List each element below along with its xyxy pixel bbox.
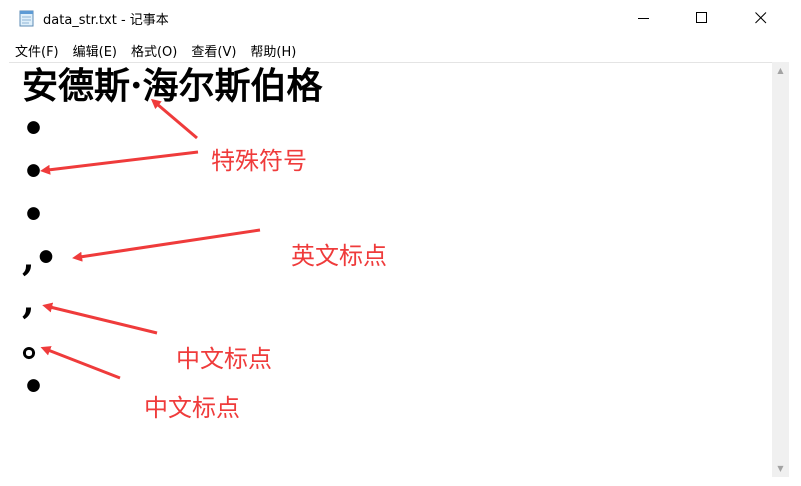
scroll-down-icon[interactable]: ▼ (772, 460, 789, 477)
title-bar[interactable]: data_str.txt - 记事本 (0, 0, 801, 36)
window-right-edge (789, 62, 801, 486)
menu-format[interactable]: 格式(O) (131, 36, 177, 62)
label-special-symbol: 特殊符号 (211, 147, 307, 175)
window-bottom-edge (0, 477, 801, 486)
notepad-window: data_str.txt - 记事本 文件(F) 编辑(E) 格式(O) 查看(… (0, 0, 801, 486)
minimize-icon (638, 18, 649, 19)
menu-bar: 文件(F) 编辑(E) 格式(O) 查看(V) 帮助(H) (0, 36, 801, 62)
window-title: data_str.txt - 记事本 (43, 13, 169, 28)
minimize-button[interactable] (616, 0, 674, 36)
text-editor-area[interactable]: 安德斯·海尔斯伯格 • • • ,• , 。 • (9, 62, 772, 478)
text-line: 安德斯·海尔斯伯格 (22, 65, 323, 107)
scroll-up-icon[interactable]: ▲ (772, 62, 789, 79)
editor-content: 安德斯·海尔斯伯格 • • • ,• , 。 • (22, 65, 323, 409)
text-line: 。 (22, 323, 59, 365)
label-chinese-punct-2: 中文标点 (144, 394, 240, 422)
label-english-punct: 英文标点 (291, 242, 387, 270)
label-chinese-punct-1: 中文标点 (176, 345, 272, 373)
text-line: ,• (22, 237, 58, 279)
maximize-button[interactable] (674, 0, 732, 36)
text-line: , (22, 280, 35, 322)
menu-file[interactable]: 文件(F) (15, 36, 59, 62)
maximize-icon (696, 12, 707, 23)
menu-help[interactable]: 帮助(H) (250, 36, 296, 62)
menu-edit[interactable]: 编辑(E) (73, 36, 117, 62)
close-button[interactable] (733, 0, 791, 36)
vertical-scrollbar[interactable]: ▲ ▼ (772, 62, 789, 477)
notepad-icon (19, 9, 35, 27)
menu-view[interactable]: 查看(V) (191, 36, 236, 62)
close-icon (755, 12, 767, 24)
text-line: • (22, 194, 46, 236)
